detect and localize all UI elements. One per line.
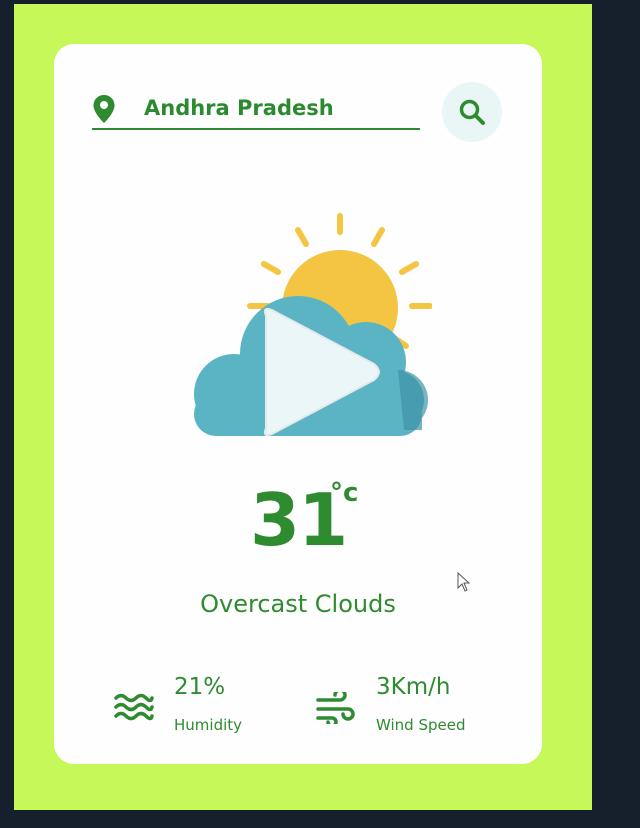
weather-card: 31 °c Overcast Clouds 21% Humidity: [54, 44, 542, 764]
location-input[interactable]: [144, 94, 454, 122]
humidity-label: Humidity: [174, 716, 243, 734]
waves-icon: [114, 693, 154, 721]
temperature-display: 31 °c: [234, 478, 394, 574]
weather-condition: Overcast Clouds: [200, 590, 396, 618]
search-bar: [92, 84, 464, 132]
search-button[interactable]: [442, 82, 502, 142]
search-icon: [459, 99, 485, 125]
temperature-unit: °c: [330, 478, 359, 508]
humidity-value: 21%: [174, 674, 226, 700]
app-frame: 31 °c Overcast Clouds 21% Humidity: [14, 4, 592, 810]
play-icon[interactable]: [244, 302, 384, 442]
wind-label: Wind Speed: [376, 716, 466, 734]
location-underline: [92, 128, 420, 130]
mouse-cursor-icon: [457, 572, 471, 592]
wind-value: 3Km/h: [376, 674, 451, 700]
wind-icon: [316, 692, 355, 724]
map-pin-icon: [93, 95, 115, 123]
